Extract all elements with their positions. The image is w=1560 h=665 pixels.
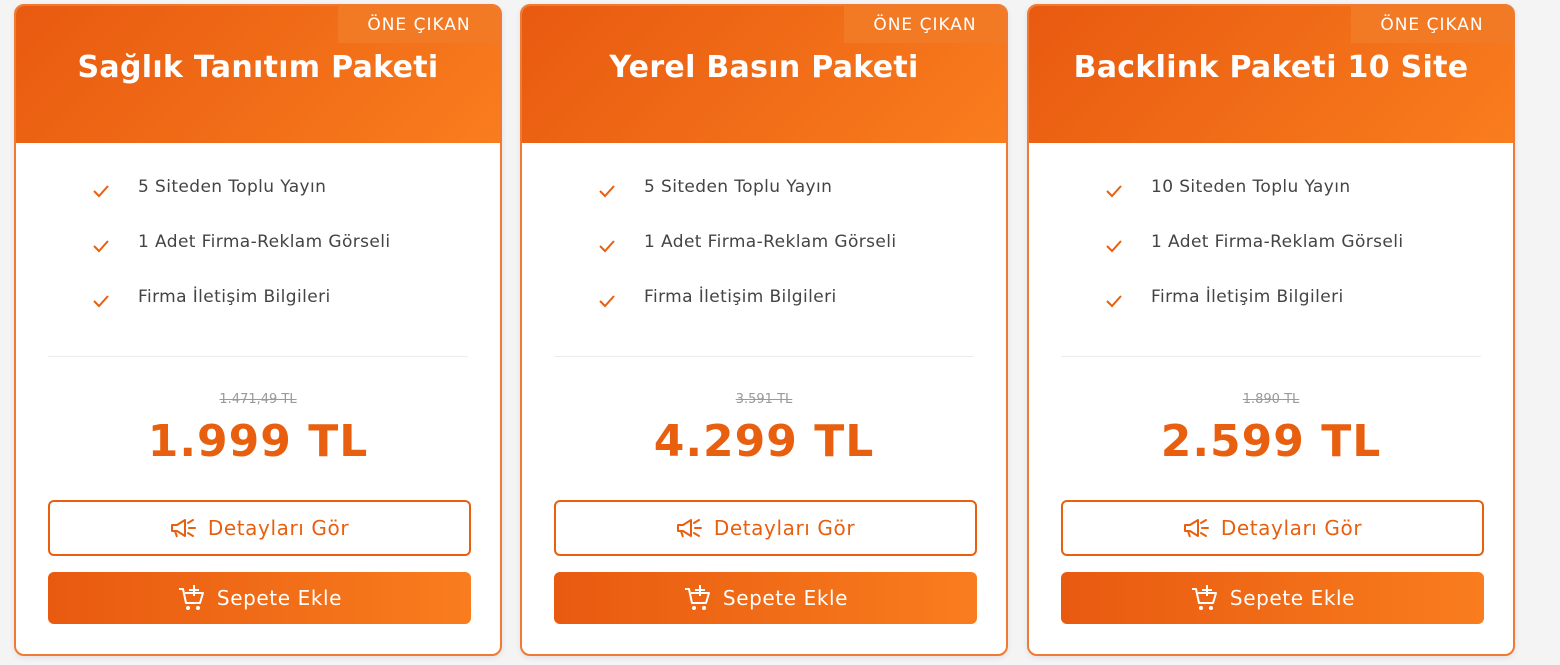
feature-list: 10 Siteden Toplu Yayın 1 Adet Firma-Rekl… xyxy=(1105,174,1404,339)
feature-list: 5 Siteden Toplu Yayın 1 Adet Firma-Rekla… xyxy=(92,174,391,339)
cart-add-icon xyxy=(177,584,205,612)
check-icon xyxy=(92,182,110,200)
details-button[interactable]: Detayları Gör xyxy=(1061,500,1484,556)
cart-add-icon xyxy=(683,584,711,612)
feature-text: 5 Siteden Toplu Yayın xyxy=(644,177,833,197)
check-icon xyxy=(92,292,110,310)
cart-button-label: Sepete Ekle xyxy=(722,586,849,610)
feature-item: Firma İletişim Bilgileri xyxy=(92,284,391,339)
feature-text: 1 Adet Firma-Reklam Görseli xyxy=(138,232,391,252)
feature-item: 10 Siteden Toplu Yayın xyxy=(1105,174,1404,229)
package-card-backlink: ÖNE ÇIKAN Backlink Paketi 10 Site 10 Sit… xyxy=(1027,4,1515,656)
check-icon xyxy=(1105,237,1123,255)
package-card-yerel-basin: ÖNE ÇIKAN Yerel Basın Paketi 5 Siteden T… xyxy=(520,4,1008,656)
feature-item: 1 Adet Firma-Reklam Görseli xyxy=(1105,229,1404,284)
card-title: Sağlık Tanıtım Paketi xyxy=(77,50,439,85)
details-button[interactable]: Detayları Gör xyxy=(48,500,471,556)
check-icon xyxy=(598,292,616,310)
feature-text: Firma İletişim Bilgileri xyxy=(138,287,331,307)
divider xyxy=(48,356,468,357)
divider xyxy=(554,356,974,357)
feature-item: 5 Siteden Toplu Yayın xyxy=(92,174,391,229)
check-icon xyxy=(1105,182,1123,200)
featured-badge: ÖNE ÇIKAN xyxy=(844,6,1006,43)
feature-item: 1 Adet Firma-Reklam Görseli xyxy=(92,229,391,284)
card-header: ÖNE ÇIKAN Sağlık Tanıtım Paketi xyxy=(16,6,500,143)
feature-text: 10 Siteden Toplu Yayın xyxy=(1151,177,1351,197)
package-card-saglik: ÖNE ÇIKAN Sağlık Tanıtım Paketi 5 Sitede… xyxy=(14,4,502,656)
feature-item: 5 Siteden Toplu Yayın xyxy=(598,174,897,229)
old-price: 1.471,49 TL xyxy=(219,392,297,407)
card-header: ÖNE ÇIKAN Yerel Basın Paketi xyxy=(522,6,1006,143)
details-button-label: Detayları Gör xyxy=(713,516,856,540)
check-icon xyxy=(598,182,616,200)
card-header: ÖNE ÇIKAN Backlink Paketi 10 Site xyxy=(1029,6,1513,143)
divider xyxy=(1061,356,1481,357)
featured-badge: ÖNE ÇIKAN xyxy=(1351,6,1513,43)
feature-list: 5 Siteden Toplu Yayın 1 Adet Firma-Rekla… xyxy=(598,174,897,339)
cart-add-icon xyxy=(1190,584,1218,612)
price: 1.999 TL xyxy=(147,416,369,467)
add-to-cart-button[interactable]: Sepete Ekle xyxy=(48,572,471,624)
check-icon xyxy=(92,237,110,255)
megaphone-icon xyxy=(676,517,702,539)
featured-badge: ÖNE ÇIKAN xyxy=(338,6,500,43)
card-title: Yerel Basın Paketi xyxy=(609,50,919,85)
add-to-cart-button[interactable]: Sepete Ekle xyxy=(1061,572,1484,624)
feature-text: 5 Siteden Toplu Yayın xyxy=(138,177,327,197)
feature-item: Firma İletişim Bilgileri xyxy=(598,284,897,339)
megaphone-icon xyxy=(1183,517,1209,539)
price: 4.299 TL xyxy=(653,416,875,467)
feature-text: 1 Adet Firma-Reklam Görseli xyxy=(1151,232,1404,252)
details-button-label: Detayları Gör xyxy=(1220,516,1363,540)
price: 2.599 TL xyxy=(1160,416,1382,467)
card-title: Backlink Paketi 10 Site xyxy=(1073,50,1469,85)
feature-text: Firma İletişim Bilgileri xyxy=(644,287,837,307)
feature-text: 1 Adet Firma-Reklam Görseli xyxy=(644,232,897,252)
add-to-cart-button[interactable]: Sepete Ekle xyxy=(554,572,977,624)
old-price: 1.890 TL xyxy=(1242,392,1300,407)
check-icon xyxy=(1105,292,1123,310)
details-button[interactable]: Detayları Gör xyxy=(554,500,977,556)
feature-text: Firma İletişim Bilgileri xyxy=(1151,287,1344,307)
feature-item: 1 Adet Firma-Reklam Görseli xyxy=(598,229,897,284)
megaphone-icon xyxy=(170,517,196,539)
feature-item: Firma İletişim Bilgileri xyxy=(1105,284,1404,339)
details-button-label: Detayları Gör xyxy=(207,516,350,540)
cart-button-label: Sepete Ekle xyxy=(216,586,343,610)
old-price: 3.591 TL xyxy=(735,392,793,407)
check-icon xyxy=(598,237,616,255)
cart-button-label: Sepete Ekle xyxy=(1229,586,1356,610)
